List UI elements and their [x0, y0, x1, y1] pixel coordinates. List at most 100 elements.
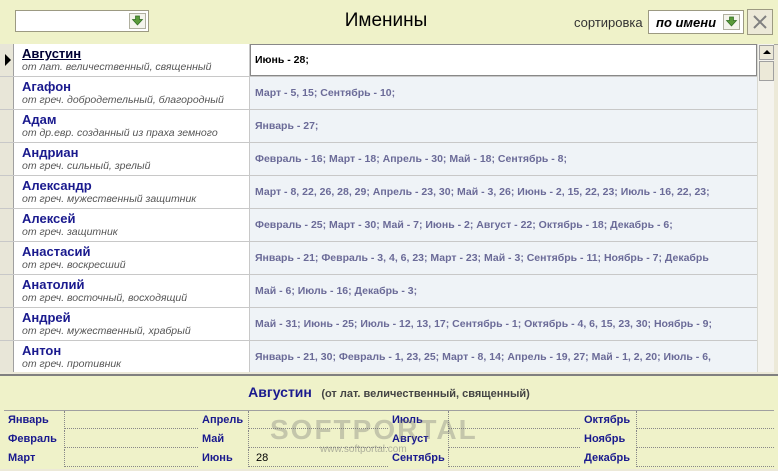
dates-cell[interactable]: Май - 6; Июль - 16; Декабрь - 3; [250, 275, 757, 307]
name-cell[interactable]: Андриан от греч. сильный, зрелый [14, 143, 250, 175]
name-cell[interactable]: Адам от др.евр. созданный из праха земно… [14, 110, 250, 142]
dates-cell[interactable]: Июнь - 28; [250, 44, 757, 76]
sort-value: по имени [656, 15, 717, 30]
list-row[interactable]: Антон от греч. противник Январь - 21, 30… [0, 341, 757, 372]
origin-text: от греч. сильный, зрелый [22, 160, 151, 172]
month-value[interactable] [64, 411, 198, 429]
dates-text: Февраль - 16; Март - 18; Апрель - 30; Ма… [255, 153, 567, 165]
month-cell-march: Март [4, 449, 198, 468]
dates-text: Июнь - 28; [255, 54, 309, 66]
month-label: Март [8, 452, 36, 464]
detail-panel: Августин (от лат. величественный, священ… [0, 374, 778, 469]
dates-cell[interactable]: Май - 31; Июнь - 25; Июль - 12, 13, 17; … [250, 308, 757, 340]
month-value[interactable] [448, 430, 580, 448]
dates-text: Март - 5, 15; Сентябрь - 10; [255, 87, 396, 99]
month-label: Август [392, 433, 429, 445]
list-row[interactable]: Анатолий от греч. восточный, восходящий … [0, 275, 757, 308]
month-value[interactable] [636, 430, 774, 448]
dates-cell[interactable]: Март - 8, 22, 26, 28, 29; Апрель - 23, 3… [250, 176, 757, 208]
dates-cell[interactable]: Январь - 21; Февраль - 3, 4, 6, 23; Март… [250, 242, 757, 274]
name-cell[interactable]: Августин от лат. величественный, священн… [14, 44, 250, 76]
month-cell-may: Май [198, 430, 388, 449]
vertical-scrollbar[interactable] [757, 44, 774, 372]
month-value[interactable] [448, 411, 580, 429]
name-text: Анатолий [22, 277, 85, 292]
month-value[interactable] [636, 449, 774, 467]
toolbar: Именины сортировка по имени [0, 0, 778, 45]
months-grid: Январь Апрель Июль Октябрь Февраль Май А… [4, 410, 774, 471]
name-text: Агафон [22, 79, 72, 94]
list-row[interactable]: Алексей от греч. защитник Февраль - 25; … [0, 209, 757, 242]
list-row[interactable]: Александр от греч. мужественный защитник… [0, 176, 757, 209]
row-indicator [0, 308, 14, 340]
dates-text: Февраль - 25; Март - 30; Май - 7; Июнь -… [255, 219, 673, 231]
name-text: Адам [22, 112, 57, 127]
search-input[interactable] [19, 13, 127, 31]
month-cell-february: Февраль [4, 430, 198, 449]
list-row[interactable]: Анастасий от греч. воскресший Январь - 2… [0, 242, 757, 275]
name-cell[interactable]: Александр от греч. мужественный защитник [14, 176, 250, 208]
detail-name: Августин [248, 384, 312, 400]
origin-text: от греч. добродетельный, благородный [22, 94, 224, 106]
detail-origin: (от лат. величественный, священный) [321, 388, 530, 400]
scroll-up-button[interactable] [759, 45, 774, 60]
close-button[interactable] [747, 9, 773, 35]
month-cell-august: Август [388, 430, 580, 449]
name-cell[interactable]: Агафон от греч. добродетельный, благород… [14, 77, 250, 109]
name-cell[interactable]: Антон от греч. противник [14, 341, 250, 372]
month-value[interactable]: 28 [248, 449, 388, 467]
list-row[interactable]: Агафон от греч. добродетельный, благород… [0, 77, 757, 110]
list-row[interactable]: Андриан от греч. сильный, зрелый Февраль… [0, 143, 757, 176]
month-value[interactable] [64, 449, 198, 467]
months-row: Январь Апрель Июль Октябрь [4, 411, 774, 430]
scroll-thumb[interactable] [759, 61, 774, 81]
month-label: Декабрь [584, 452, 630, 464]
month-cell-april: Апрель [198, 411, 388, 430]
month-value[interactable] [248, 411, 388, 429]
name-text: Алексей [22, 211, 76, 226]
sort-label: сортировка [574, 15, 643, 30]
row-indicator [0, 275, 14, 307]
dates-cell[interactable]: Февраль - 25; Март - 30; Май - 7; Июнь -… [250, 209, 757, 241]
origin-text: от др.евр. созданный из праха земного [22, 127, 218, 139]
name-cell[interactable]: Анастасий от греч. воскресший [14, 242, 250, 274]
names-list[interactable]: Августин от лат. величественный, священн… [0, 44, 757, 372]
month-value[interactable] [248, 430, 388, 448]
month-label: Октябрь [584, 414, 631, 426]
dates-cell[interactable]: Январь - 27; [250, 110, 757, 142]
origin-text: от греч. защитник [22, 226, 118, 238]
list-row[interactable]: Андрей от греч. мужественный, храбрый Ма… [0, 308, 757, 341]
month-value[interactable] [636, 411, 774, 429]
month-value[interactable] [64, 430, 198, 448]
dates-cell[interactable]: Март - 5, 15; Сентябрь - 10; [250, 77, 757, 109]
close-icon [753, 15, 767, 29]
month-label: Январь [8, 414, 49, 426]
month-cell-january: Январь [4, 411, 198, 430]
dates-cell[interactable]: Февраль - 16; Март - 18; Апрель - 30; Ма… [250, 143, 757, 175]
name-text: Александр [22, 178, 92, 193]
row-indicator [0, 242, 14, 274]
month-label: Ноябрь [584, 433, 626, 445]
name-cell[interactable]: Анатолий от греч. восточный, восходящий [14, 275, 250, 307]
search-combobox[interactable] [15, 10, 149, 32]
name-cell[interactable]: Андрей от греч. мужественный, храбрый [14, 308, 250, 340]
chevron-down-icon[interactable] [129, 13, 146, 29]
row-indicator [0, 77, 14, 109]
sort-select[interactable]: по имени [648, 10, 744, 34]
month-label: Февраль [8, 433, 57, 445]
chevron-down-icon[interactable] [723, 14, 740, 30]
list-row[interactable]: Адам от др.евр. созданный из праха земно… [0, 110, 757, 143]
name-text: Анастасий [22, 244, 91, 259]
row-indicator [0, 341, 14, 372]
origin-text: от греч. мужественный защитник [22, 193, 197, 205]
months-row: Февраль Май Август Ноябрь [4, 430, 774, 449]
months-row: Март Июнь 28 Сентябрь Декабрь [4, 449, 774, 468]
month-value[interactable] [448, 449, 580, 467]
name-text: Андриан [22, 145, 79, 160]
page-title: Именины [344, 10, 428, 31]
dates-cell[interactable]: Январь - 21, 30; Февраль - 1, 23, 25; Ма… [250, 341, 757, 372]
name-cell[interactable]: Алексей от греч. защитник [14, 209, 250, 241]
list-row-selected[interactable]: Августин от лат. величественный, священн… [0, 44, 757, 77]
name-text: Августин [22, 46, 82, 61]
month-cell-june: Июнь 28 [198, 449, 388, 468]
